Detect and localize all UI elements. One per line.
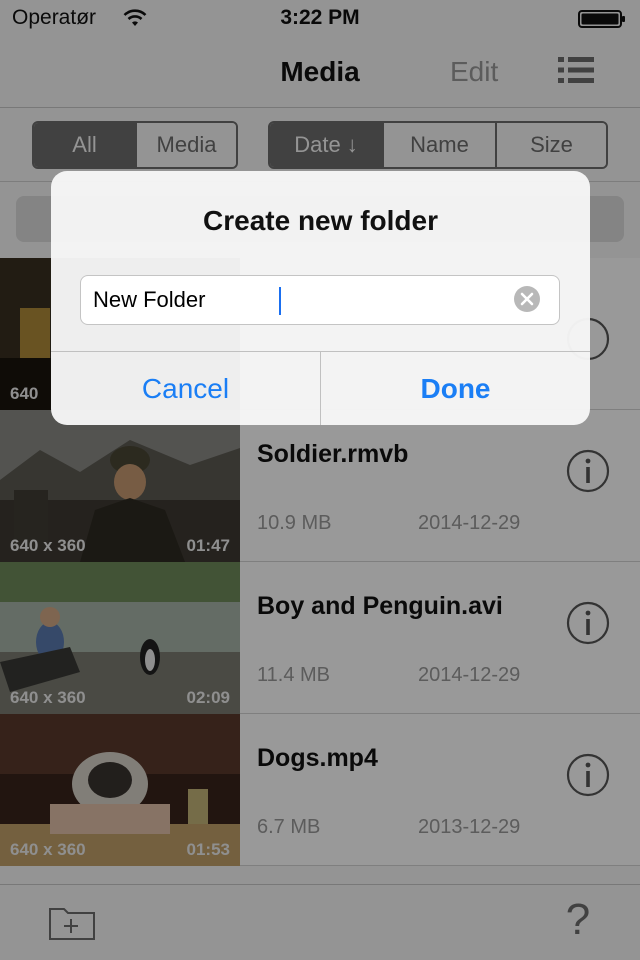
text-caret [279,287,281,315]
modal-overlay [0,0,640,960]
dialog-title: Create new folder [203,205,438,236]
done-button[interactable]: Done [321,352,590,425]
clear-text-icon[interactable] [513,285,541,313]
folder-name-input[interactable] [80,275,560,325]
create-folder-dialog: Create new folder Cancel Done [51,171,590,425]
cancel-button[interactable]: Cancel [51,352,320,425]
